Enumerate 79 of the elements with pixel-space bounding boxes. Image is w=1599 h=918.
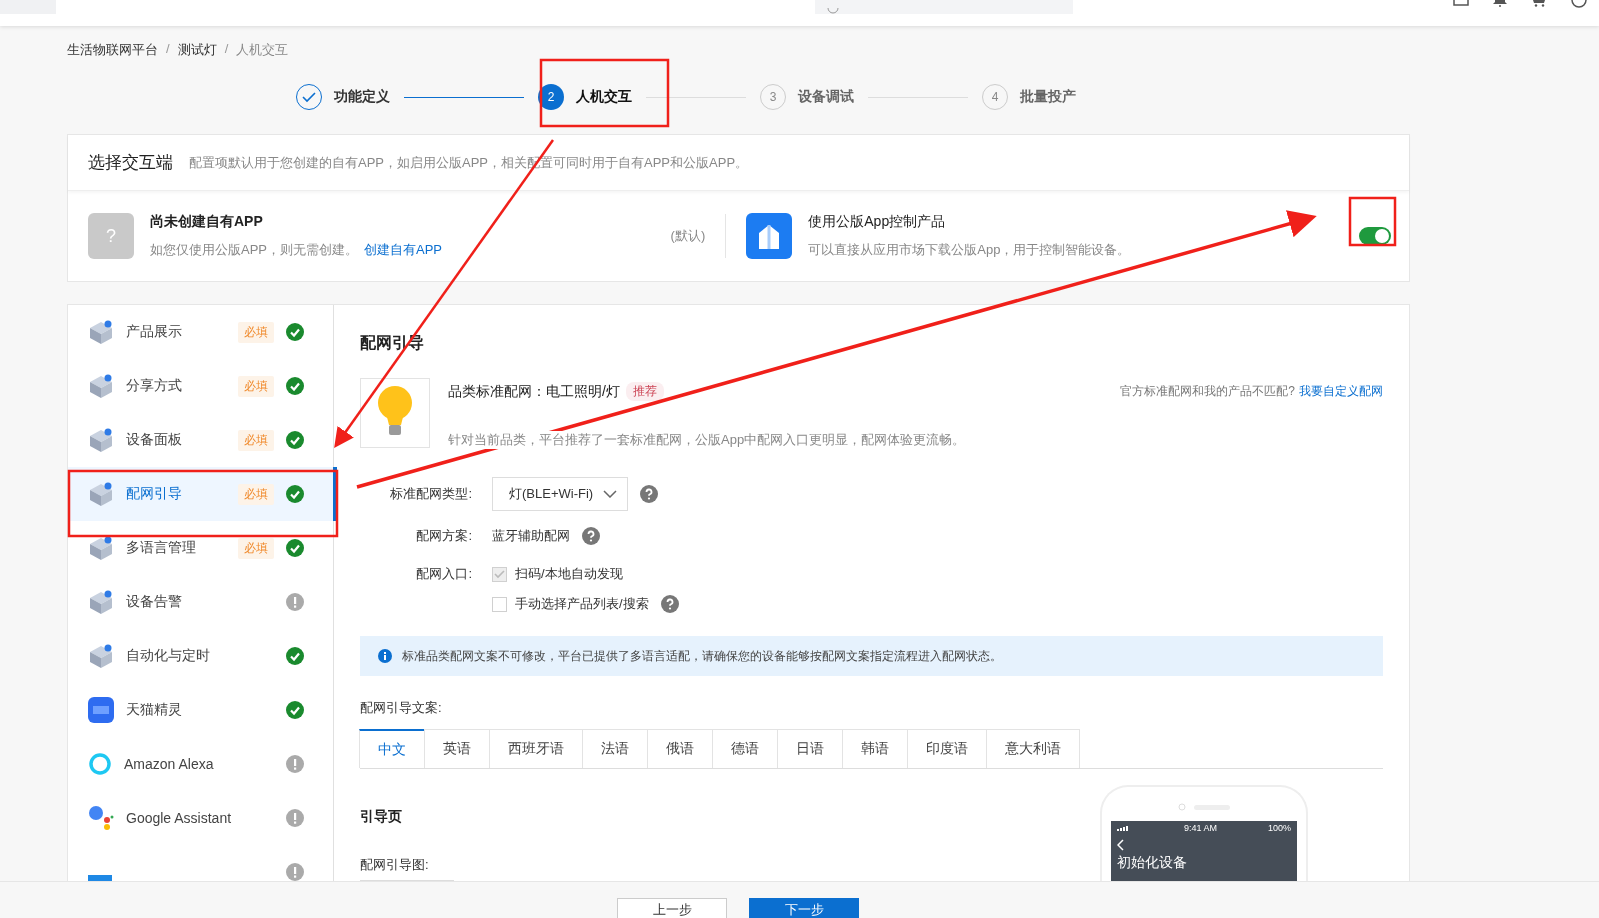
scheme-value: 蓝牙辅助配网 [492, 527, 570, 545]
phone-battery: 100% [1267, 823, 1291, 833]
app-placeholder-icon: ? [88, 213, 134, 259]
mismatch-text: 官方标准配网和我的产品不匹配? [1120, 383, 1295, 400]
sidebar-item[interactable]: 天猫精灵 [68, 683, 333, 737]
create-app-link[interactable]: 创建自有APP [364, 241, 443, 259]
standard-label: 品类标准配网：电工照明/灯 [448, 382, 620, 401]
image-icon[interactable] [1453, 0, 1469, 6]
step-number: 2 [538, 84, 564, 110]
app-tile-icon [88, 875, 112, 881]
step-label: 功能定义 [334, 88, 390, 106]
notice-text: 标准品类配网文案不可修改，平台已提供了多语言适配，请确保您的设备能够按配网文案指定流程进入配网状态。 [402, 647, 1002, 665]
field-label: 标准配网类型: [389, 485, 472, 503]
own-app-note: 如您仅使用公版APP，则无需创建。 [150, 241, 358, 259]
step-label: 设备调试 [798, 88, 854, 106]
type-select[interactable]: 灯(BLE+Wi-Fi) [492, 477, 628, 511]
step-label: 批量投产 [1020, 88, 1076, 106]
recommend-tag: 推荐 [625, 382, 664, 401]
next-button[interactable]: 下一步 [749, 898, 859, 918]
language-tab[interactable]: 意大利语 [986, 729, 1080, 768]
language-tab[interactable]: 中文 [359, 729, 425, 768]
bell-icon[interactable] [1493, 0, 1507, 7]
cube-icon [88, 589, 114, 615]
required-badge: 必填 [238, 375, 274, 397]
breadcrumb-separator: / [224, 41, 229, 58]
default-tag: (默认) [670, 227, 706, 245]
cube-icon [88, 481, 114, 507]
sidebar-item[interactable]: Amazon Alexa [68, 737, 333, 791]
sidebar-item[interactable]: 自动化与定时 [68, 629, 333, 683]
copy-label: 配网引导文案: [360, 699, 442, 717]
required-badge: 必填 [238, 537, 274, 559]
cart-icon[interactable] [1531, 0, 1547, 7]
phone-time: 9:41 AM [1183, 823, 1217, 833]
guide-image-label: 配网引导图: [360, 856, 429, 874]
breadcrumb-separator: / [166, 41, 170, 58]
phone-screen-title: 初始化设备 [1117, 854, 1188, 871]
dots-icon [88, 805, 114, 831]
sidebar-item[interactable]: 产品展示 必填 [68, 305, 333, 359]
required-badge: 必填 [238, 483, 274, 505]
breadcrumb-item[interactable]: 生活物联网平台 [67, 41, 158, 62]
search-field[interactable] [815, 0, 1073, 14]
field-label: 配网入口: [415, 565, 472, 583]
back-button[interactable]: 上一步 [617, 898, 727, 918]
cube-icon [88, 373, 114, 399]
cube-icon [88, 643, 114, 669]
help-icon[interactable] [640, 485, 658, 503]
ring-icon [88, 752, 112, 776]
sidebar-item[interactable]: 多语言管理 必填 [68, 521, 333, 575]
custom-link[interactable]: 我要自定义配网 [1299, 383, 1383, 400]
app-tile-icon [88, 697, 114, 723]
own-app-title: 尚未创建自有APP [150, 213, 264, 231]
sidebar-item[interactable]: 设备告警 [68, 575, 333, 629]
field-label: 配网方案: [415, 527, 472, 545]
sidebar-item[interactable]: 分享方式 必填 [68, 359, 333, 413]
cube-icon [88, 427, 114, 453]
public-app-note: 可以直接从应用市场下载公版App，用于控制智能设备。 [808, 241, 1131, 259]
card-title: 选择交互端 [88, 152, 173, 174]
sidebar-item[interactable]: Google Assistant [68, 791, 333, 845]
breadcrumb-item[interactable]: 测试灯 [177, 41, 217, 62]
breadcrumb-item: 人机交互 [236, 41, 289, 59]
back-icon [1117, 839, 1125, 851]
step-label: 人机交互 [576, 88, 632, 106]
public-app-title: 使用公版App控制产品 [808, 213, 947, 231]
guide-title: 引导页 [360, 808, 402, 826]
toggle-switch[interactable] [1359, 227, 1391, 245]
cube-icon [88, 319, 114, 345]
help-icon[interactable] [582, 527, 600, 545]
help-icon[interactable] [660, 595, 679, 613]
camera-icon [1178, 803, 1186, 811]
chevron-down-icon [603, 490, 617, 498]
house-icon [746, 213, 793, 259]
required-badge: 必填 [238, 429, 274, 451]
checkbox-label: 手动选择产品列表/搜索 [515, 595, 649, 613]
cube-icon [88, 535, 114, 561]
checkbox[interactable] [492, 596, 507, 612]
highlight-frame [1348, 196, 1397, 247]
checkbox-label: 扫码/本地自动发现 [515, 565, 623, 583]
required-badge: 必填 [238, 321, 274, 343]
sidebar-item[interactable]: 设备面板 必填 [68, 413, 333, 467]
